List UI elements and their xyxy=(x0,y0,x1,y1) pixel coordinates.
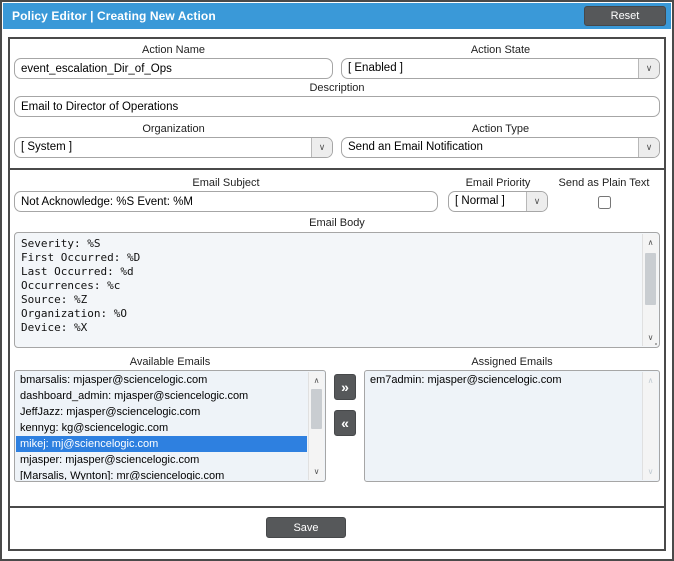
organization-label: Organization xyxy=(142,123,205,135)
email-subject-label: Email Subject xyxy=(192,177,260,189)
chevron-down-icon: ∨ xyxy=(638,59,659,78)
chevron-down-icon: ∨ xyxy=(638,138,659,157)
list-item[interactable]: kennyg: kg@sciencelogic.com xyxy=(16,420,307,436)
email-body-label: Email Body xyxy=(309,217,365,229)
email-body-field: Severity: %S First Occurred: %D Last Occ… xyxy=(14,232,660,348)
scroll-up-icon[interactable]: ∧ xyxy=(309,373,324,388)
send-plain-text-checkbox[interactable] xyxy=(597,196,611,209)
organization-select[interactable]: [ System ] ∨ xyxy=(14,137,333,158)
list-item[interactable]: em7admin: mjasper@sciencelogic.com xyxy=(366,372,641,388)
scroll-down-icon[interactable]: ∨ xyxy=(643,464,658,479)
email-priority-select[interactable]: [ Normal ] ∨ xyxy=(448,191,548,212)
scroll-up-icon[interactable]: ∧ xyxy=(643,373,658,388)
action-type-select[interactable]: Send an Email Notification ∨ xyxy=(341,137,660,158)
scrollbar-thumb[interactable] xyxy=(645,253,656,305)
action-state-select[interactable]: [ Enabled ] ∨ xyxy=(341,58,660,79)
list-item[interactable]: JeffJazz: mjasper@sciencelogic.com xyxy=(16,404,307,420)
send-plain-text-label: Send as Plain Text xyxy=(558,177,650,189)
action-type-value: Send an Email Notification xyxy=(348,141,483,153)
available-emails-list[interactable]: bmarsalis: mjasper@sciencelogic.com dash… xyxy=(14,370,326,482)
unassign-email-button[interactable]: « xyxy=(334,410,356,436)
page-title: Policy Editor | Creating New Action xyxy=(12,9,216,23)
list-item[interactable]: bmarsalis: mjasper@sciencelogic.com xyxy=(16,372,307,388)
assigned-emails-list[interactable]: em7admin: mjasper@sciencelogic.com ∧ ∨ xyxy=(364,370,660,482)
action-form-panel: Action Name Action State [ Enabled ] ∨ D… xyxy=(8,37,666,551)
resize-grip-icon[interactable] xyxy=(655,343,657,345)
list-item[interactable]: dashboard_admin: mjasper@sciencelogic.co… xyxy=(16,388,307,404)
save-button[interactable]: Save xyxy=(266,517,346,538)
list-item[interactable]: mjasper: mjasper@sciencelogic.com xyxy=(16,452,307,468)
list-item[interactable]: [Marsalis, Wynton]: mr@sciencelogic.com xyxy=(16,468,307,480)
description-input[interactable] xyxy=(14,96,660,117)
assigned-emails-label: Assigned Emails xyxy=(471,356,553,368)
organization-value: [ System ] xyxy=(21,141,73,153)
assign-email-button[interactable]: » xyxy=(334,374,356,400)
scrollbar-thumb[interactable] xyxy=(311,389,322,429)
email-priority-label: Email Priority xyxy=(465,177,531,189)
assigned-emails-scrollbar[interactable]: ∧ ∨ xyxy=(642,372,658,480)
titlebar: Policy Editor | Creating New Action Rese… xyxy=(3,3,671,29)
scroll-down-icon[interactable]: ∨ xyxy=(309,464,324,479)
chevron-down-icon: ∨ xyxy=(311,138,332,157)
email-priority-value: [ Normal ] xyxy=(455,195,505,207)
reset-button[interactable]: Reset xyxy=(584,6,666,26)
action-name-input[interactable] xyxy=(14,58,333,79)
available-emails-scrollbar[interactable]: ∧ ∨ xyxy=(308,372,324,480)
email-subject-input[interactable] xyxy=(14,191,438,212)
action-state-value: [ Enabled ] xyxy=(348,62,403,74)
description-label: Description xyxy=(309,82,365,94)
chevron-down-icon: ∨ xyxy=(526,192,547,211)
action-state-label: Action State xyxy=(470,44,531,56)
action-type-label: Action Type xyxy=(471,123,530,135)
list-item[interactable]: mikej: mj@sciencelogic.com xyxy=(16,436,307,452)
section-divider xyxy=(10,168,664,170)
available-emails-label: Available Emails xyxy=(129,356,211,368)
scroll-up-icon[interactable]: ∧ xyxy=(643,235,658,250)
email-body-scrollbar[interactable]: ∧ ∨ xyxy=(642,234,658,346)
email-body-textarea[interactable]: Severity: %S First Occurred: %D Last Occ… xyxy=(15,233,645,347)
policy-editor-window: Policy Editor | Creating New Action Rese… xyxy=(0,0,674,561)
action-name-label: Action Name xyxy=(142,44,205,56)
